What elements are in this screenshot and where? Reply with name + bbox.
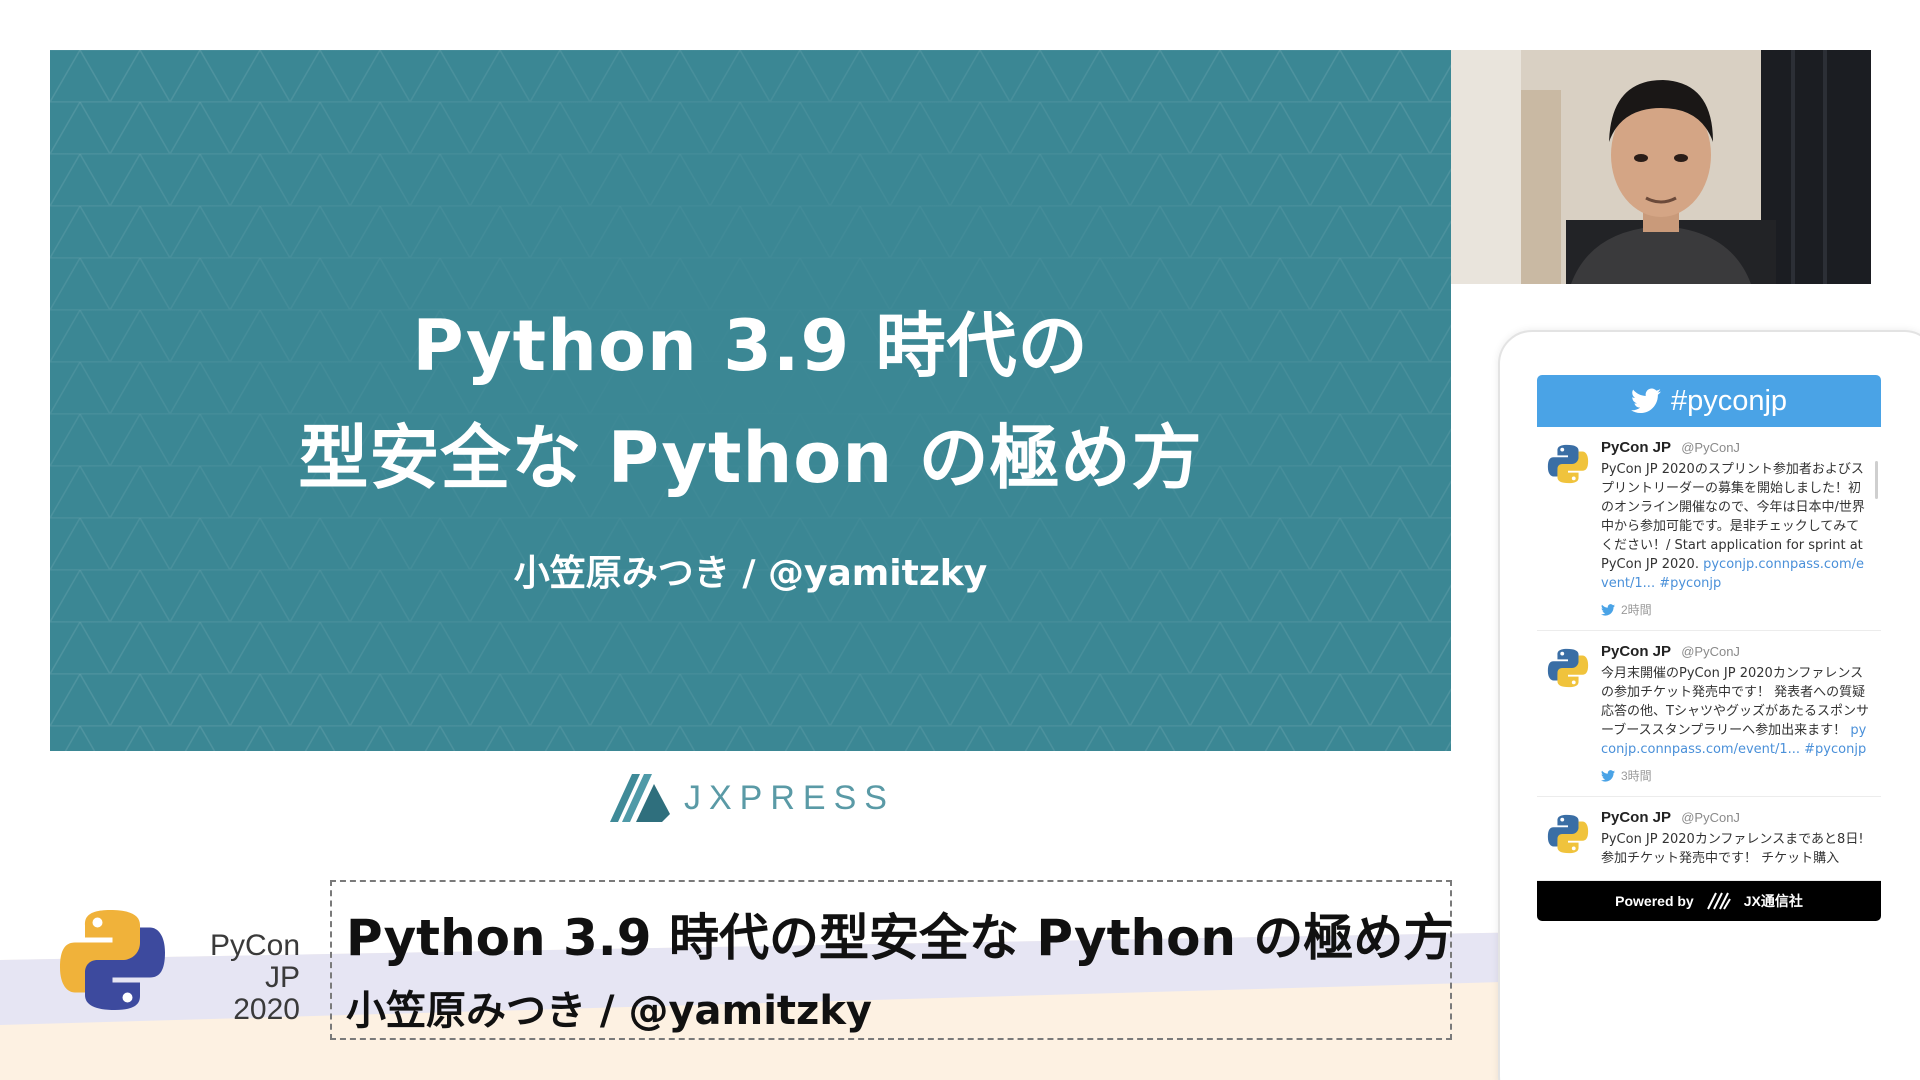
tweet-header: PyCon JP @PyConJ (1601, 642, 1871, 662)
tweet-timestamp[interactable]: 2時間 (1601, 601, 1871, 618)
twitter-bird-icon (1601, 603, 1615, 616)
slide-title-line-1: Python 3.9 時代の (412, 305, 1089, 387)
python-logo-avatar-icon (1547, 444, 1589, 484)
python-logo-icon (60, 910, 165, 1010)
sponsor-name: JXPRESS (684, 778, 895, 817)
twitter-widget-footer[interactable]: Powered by JX通信社 (1537, 881, 1881, 921)
tweet-text: 今月末開催のPyCon JP 2020カンファレンスの参加チケット発売中です！ … (1601, 664, 1871, 759)
python-logo-avatar-icon (1547, 648, 1589, 688)
jx-tsushinsha-logo-icon (1706, 892, 1731, 910)
tweet-header: PyCon JP @PyConJ (1601, 438, 1871, 458)
slide-title-line-2: 型安全な Python の極め方 (298, 417, 1203, 499)
tweet-item[interactable]: PyCon JP @PyConJ PyCon JP 2020のスプリント参加者お… (1537, 427, 1881, 631)
powered-by-label: Powered by (1615, 893, 1694, 909)
conference-name-line-2: 2020 (233, 993, 300, 1026)
jxpress-mark-icon (610, 774, 670, 822)
tweet-author-name[interactable]: PyCon JP (1601, 643, 1671, 660)
tweet-author-name[interactable]: PyCon JP (1601, 439, 1671, 456)
speaker-webcam (1451, 50, 1871, 284)
tweet-author-handle[interactable]: @PyConJ (1681, 440, 1740, 455)
tweet-body: 今月末開催のPyCon JP 2020カンファレンスの参加チケット発売中です！ … (1601, 666, 1869, 738)
hashtag-label: #pyconjp (1670, 384, 1788, 417)
conference-name: PyCon JP 2020 (180, 930, 300, 1026)
slide-author: 小笠原みつき / @yamitzky (513, 553, 988, 594)
slide-title: Python 3.9 時代の 型安全な Python の極め方 (50, 290, 1451, 514)
tweet-author-handle[interactable]: @PyConJ (1681, 810, 1740, 825)
tweet-header: PyCon JP @PyConJ (1601, 808, 1871, 828)
python-logo-avatar-icon (1547, 814, 1589, 854)
tweet-author-name[interactable]: PyCon JP (1601, 809, 1671, 826)
talk-speaker: 小笠原みつき / @yamitzky (346, 988, 872, 1034)
tweet-time-label: 2時間 (1621, 603, 1652, 617)
talk-lower-third: Python 3.9 時代の型安全な Python の極め方 小笠原みつき / … (330, 880, 1454, 1040)
presentation-slide: Python 3.9 時代の 型安全な Python の極め方 小笠原みつき /… (50, 50, 1451, 751)
tweet-body: PyCon JP 2020カンファレンスまであと8日! 参加チケット発売中です！… (1601, 832, 1864, 866)
tweet-timestamp[interactable]: 3時間 (1601, 767, 1871, 784)
tweet-item[interactable]: PyCon JP @PyConJ PyCon JP 2020カンファレンスまであ… (1537, 797, 1881, 881)
tweet-list[interactable]: PyCon JP @PyConJ PyCon JP 2020のスプリント参加者お… (1537, 427, 1881, 881)
twitter-bird-icon (1601, 769, 1615, 782)
tweet-author-handle[interactable]: @PyConJ (1681, 644, 1740, 659)
talk-title: Python 3.9 時代の型安全な Python の極め方 (346, 909, 1454, 967)
tweet-text: PyCon JP 2020のスプリント参加者およびスプリントリーダーの募集を開始… (1601, 460, 1871, 593)
powered-by-brand: JX通信社 (1743, 893, 1803, 909)
tweet-body: PyCon JP 2020のスプリント参加者およびスプリントリーダーの募集を開始… (1601, 462, 1865, 572)
tweet-text: PyCon JP 2020カンファレンスまであと8日! 参加チケット発売中です！… (1601, 830, 1871, 868)
conference-name-line-1: PyCon JP (209, 929, 300, 994)
twitter-widget-header[interactable]: #pyconjp (1537, 375, 1881, 427)
sponsor-logo: JXPRESS (610, 770, 895, 826)
tweet-item[interactable]: PyCon JP @PyConJ 今月末開催のPyCon JP 2020カンファ… (1537, 631, 1881, 797)
twitter-bird-icon (1630, 388, 1661, 413)
tweet-time-label: 3時間 (1621, 769, 1652, 783)
tweet-list-scrollbar[interactable] (1875, 461, 1878, 499)
